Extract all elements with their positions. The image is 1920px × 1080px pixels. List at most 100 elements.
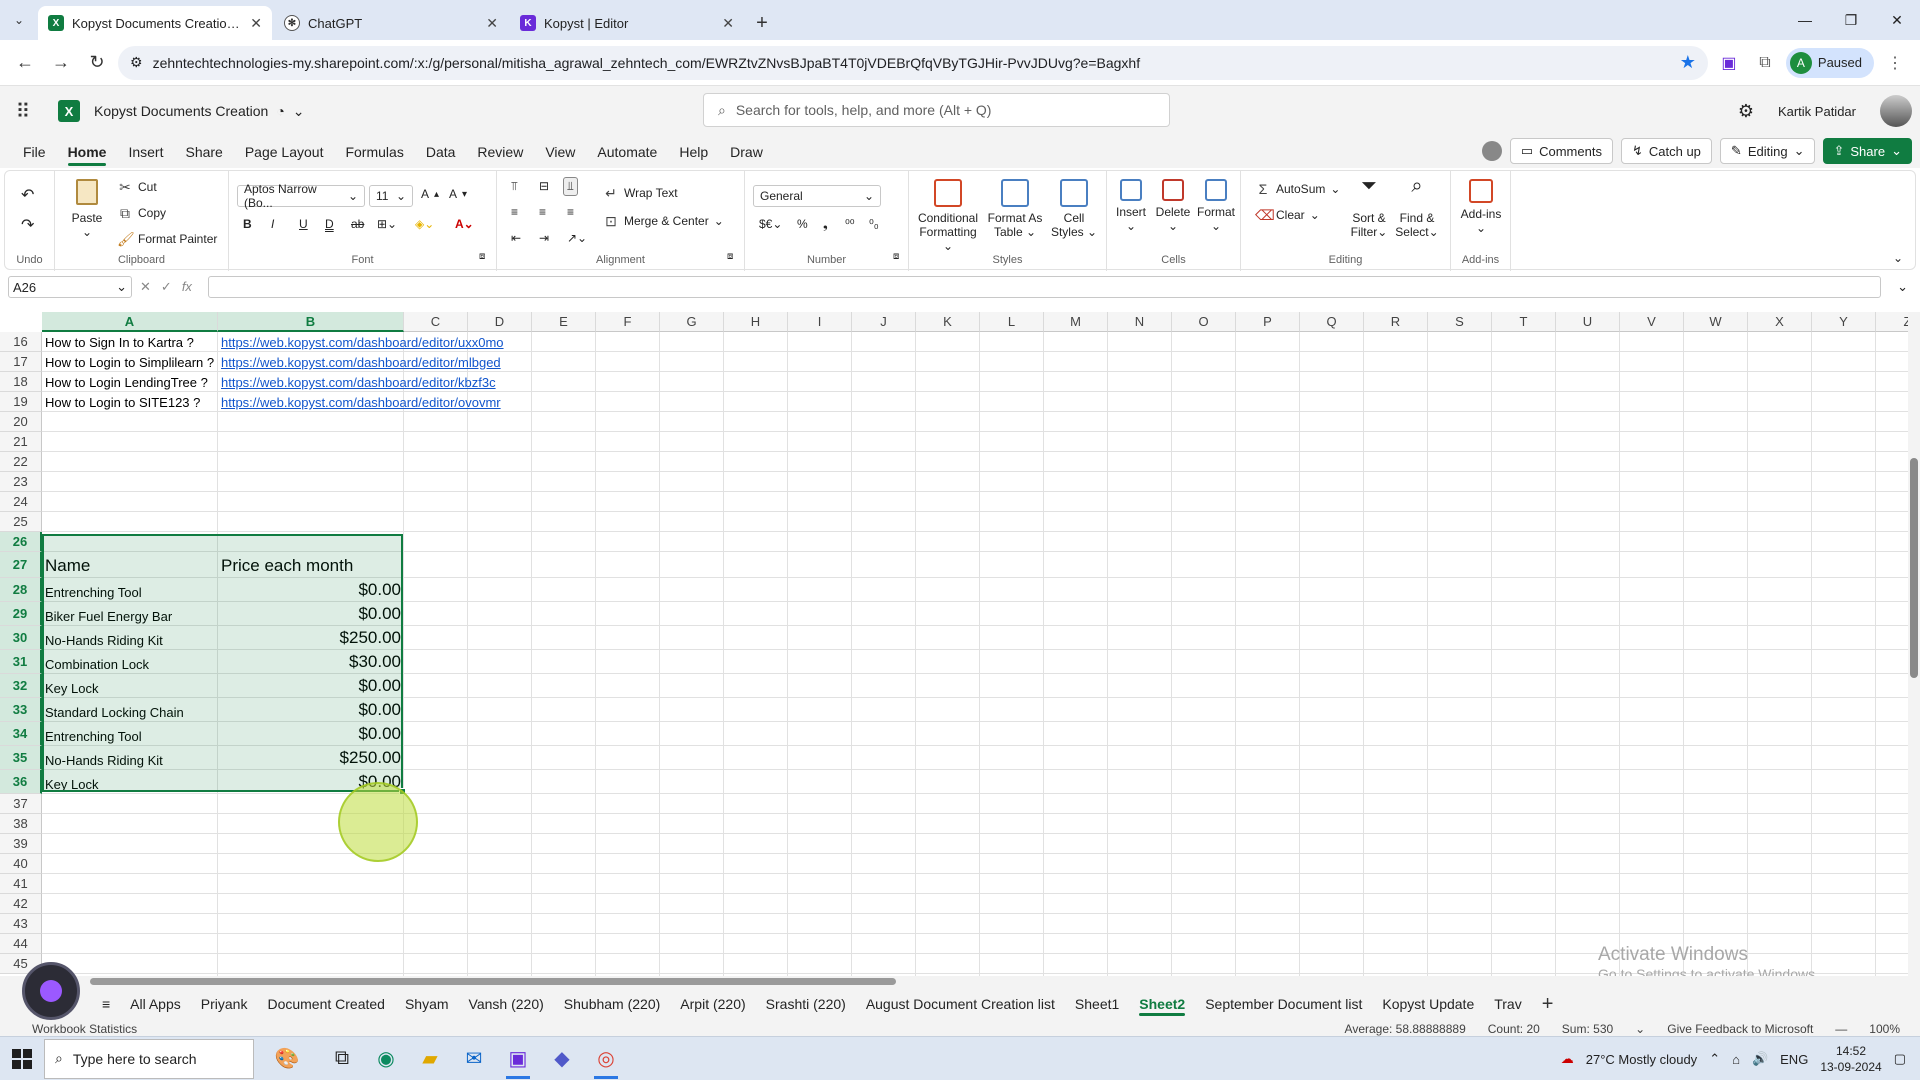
row-header-24[interactable]: 24: [0, 492, 42, 512]
tab-home[interactable]: Home: [57, 136, 118, 168]
row-header-18[interactable]: 18: [0, 372, 42, 392]
conditional-formatting-button[interactable]: Conditional Formatting ⌄: [915, 179, 981, 253]
user-avatar[interactable]: [1880, 95, 1912, 127]
row-header-21[interactable]: 21: [0, 432, 42, 452]
row-header-41[interactable]: 41: [0, 874, 42, 894]
align-left-icon[interactable]: ≡: [511, 205, 518, 219]
row-header-34[interactable]: 34: [0, 722, 42, 746]
settings-gear-icon[interactable]: ⚙: [1738, 101, 1754, 122]
spreadsheet-grid[interactable]: ABCDEFGHIJKLMNOPQRSTUVWXYZ16171819202122…: [0, 312, 1920, 976]
column-header-e[interactable]: E: [532, 312, 596, 332]
find-select-button[interactable]: ⌕ Find & Select⌄: [1393, 176, 1441, 239]
ribbon-collapse-chevron-icon[interactable]: ⌄: [1893, 251, 1903, 265]
font-size-select[interactable]: 11 ⌄: [369, 185, 413, 207]
align-top-icon[interactable]: ⫪: [511, 179, 518, 194]
delete-cells-button[interactable]: Delete ⌄: [1153, 179, 1193, 233]
align-center-icon[interactable]: ≡: [539, 205, 546, 219]
collaborator-avatar[interactable]: [1481, 141, 1502, 161]
browser-menu-icon[interactable]: ⋮: [1880, 48, 1910, 78]
increase-font-icon[interactable]: A ▴: [421, 187, 439, 201]
sheet-tab[interactable]: Priyank: [191, 990, 258, 1018]
column-header-l[interactable]: L: [980, 312, 1044, 332]
insert-cells-button[interactable]: Insert ⌄: [1111, 179, 1151, 233]
tab-automate[interactable]: Automate: [586, 136, 668, 168]
row-header-40[interactable]: 40: [0, 854, 42, 874]
extensions-icon[interactable]: ⧉: [1750, 48, 1780, 78]
copy-button[interactable]: ⧉ Copy: [117, 205, 166, 221]
row-header-44[interactable]: 44: [0, 934, 42, 954]
bold-icon[interactable]: B: [243, 217, 252, 231]
task-view-icon[interactable]: ⧉: [320, 1039, 364, 1079]
row-header-37[interactable]: 37: [0, 794, 42, 814]
clear-button[interactable]: ⌫ Clear ⌄: [1255, 207, 1320, 223]
app-launcher-icon[interactable]: ⠿: [0, 99, 46, 124]
tab-draw[interactable]: Draw: [719, 136, 774, 168]
increase-decimal-icon[interactable]: ⁰⁰: [845, 217, 855, 231]
column-header-w[interactable]: W: [1684, 312, 1748, 332]
reload-icon[interactable]: ↻: [82, 48, 112, 78]
file-explorer-icon[interactable]: ▰: [408, 1039, 452, 1079]
feedback-link[interactable]: Give Feedback to Microsoft: [1667, 1022, 1813, 1036]
sheet-tab[interactable]: Srashti (220): [756, 990, 856, 1018]
notification-icon[interactable]: ▢: [1894, 1051, 1906, 1067]
align-right-icon[interactable]: ≡: [567, 205, 574, 219]
font-color-icon[interactable]: A⌄: [455, 217, 474, 231]
row-header-22[interactable]: 22: [0, 452, 42, 472]
cell-a-title[interactable]: How to Sign In to Kartra ?: [42, 332, 218, 352]
new-tab-icon[interactable]: +: [746, 6, 778, 40]
column-header-s[interactable]: S: [1428, 312, 1492, 332]
cell-a-title[interactable]: How to Login to Simplilearn ?: [42, 352, 218, 372]
column-header-j[interactable]: J: [852, 312, 916, 332]
forward-icon[interactable]: →: [46, 48, 76, 78]
workbook-statistics[interactable]: Workbook Statistics: [32, 1022, 137, 1036]
editing-mode-button[interactable]: ✎ Editing ⌄: [1719, 138, 1816, 164]
row-header-43[interactable]: 43: [0, 914, 42, 934]
tab-view[interactable]: View: [534, 136, 586, 168]
vertical-scroll-thumb[interactable]: [1910, 458, 1918, 678]
mail-icon[interactable]: ✉: [452, 1039, 496, 1079]
row-header-38[interactable]: 38: [0, 814, 42, 834]
cell-b-link[interactable]: https://web.kopyst.com/dashboard/editor/…: [218, 352, 518, 372]
column-header-f[interactable]: F: [596, 312, 660, 332]
sheet-tab[interactable]: Document Created: [257, 990, 395, 1018]
kopyst-extension-icon[interactable]: ▣: [1714, 48, 1744, 78]
column-header-r[interactable]: R: [1364, 312, 1428, 332]
row-header-28[interactable]: 28: [0, 578, 42, 602]
taskbar-search-input[interactable]: ⌕ Type here to search: [44, 1038, 254, 1079]
sheet-tab[interactable]: All Apps: [120, 990, 191, 1018]
tab-file[interactable]: File: [12, 136, 57, 168]
font-name-select[interactable]: Aptos Narrow (Bo... ⌄: [237, 182, 365, 210]
column-header-c[interactable]: C: [404, 312, 468, 332]
cell-styles-button[interactable]: Cell Styles ⌄: [1049, 179, 1099, 239]
horizontal-scrollbar[interactable]: [30, 976, 1910, 986]
bookmark-star-icon[interactable]: ★: [1680, 52, 1696, 73]
double-underline-icon[interactable]: D: [325, 217, 334, 231]
paste-button[interactable]: Paste ⌄: [65, 179, 109, 239]
italic-icon[interactable]: I: [271, 217, 274, 231]
format-as-table-button[interactable]: Format As Table ⌄: [985, 179, 1045, 239]
row-header-39[interactable]: 39: [0, 834, 42, 854]
tray-overflow-icon[interactable]: ⌃: [1709, 1051, 1720, 1067]
comments-button[interactable]: ▭ Comments: [1509, 138, 1613, 164]
sheet-tab[interactable]: Vansh (220): [459, 990, 554, 1018]
column-header-k[interactable]: K: [916, 312, 980, 332]
column-header-m[interactable]: M: [1044, 312, 1108, 332]
undo-icon[interactable]: ↶: [21, 185, 34, 205]
row-header-32[interactable]: 32: [0, 674, 42, 698]
column-header-q[interactable]: Q: [1300, 312, 1364, 332]
site-info-icon[interactable]: ⚙: [130, 54, 143, 71]
cancel-formula-icon[interactable]: ✕: [140, 279, 151, 295]
share-button[interactable]: ⇪ Share ⌄: [1823, 138, 1912, 164]
row-header-30[interactable]: 30: [0, 626, 42, 650]
row-header-16[interactable]: 16: [0, 332, 42, 352]
clock[interactable]: 14:52 13-09-2024: [1820, 1043, 1881, 1075]
row-header-19[interactable]: 19: [0, 392, 42, 412]
url-field[interactable]: ⚙ zehntechtechnologies-my.sharepoint.com…: [118, 45, 1708, 80]
row-header-35[interactable]: 35: [0, 746, 42, 770]
weather-text[interactable]: 27°C Mostly cloudy: [1586, 1052, 1697, 1067]
tab-help[interactable]: Help: [668, 136, 719, 168]
row-header-31[interactable]: 31: [0, 650, 42, 674]
catch-up-button[interactable]: ↯ Catch up: [1620, 138, 1712, 164]
tab-review[interactable]: Review: [466, 136, 534, 168]
column-header-o[interactable]: O: [1172, 312, 1236, 332]
